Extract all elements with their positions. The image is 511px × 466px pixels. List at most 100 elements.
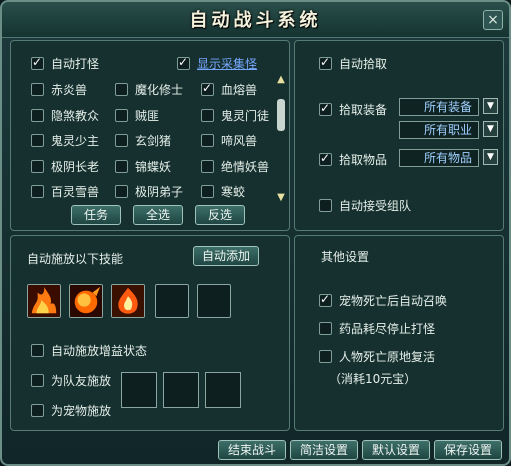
- other-settings-panel: 其他设置 宠物死亡后自动召唤 药品耗尽停止打怪 人物死亡原地复活 （消耗10元宝…: [294, 235, 504, 431]
- auto-buff-checkbox[interactable]: 自动施放增益状态: [31, 342, 147, 359]
- checkbox-box[interactable]: [31, 134, 44, 147]
- pickup-items-checkbox[interactable]: 拾取物品: [319, 151, 387, 168]
- skill-slot-1[interactable]: [27, 284, 61, 318]
- checkbox-box[interactable]: [319, 199, 332, 212]
- checkbox-box[interactable]: [115, 134, 128, 147]
- chevron-down-icon[interactable]: ▼: [483, 149, 498, 165]
- stop-on-empty-checkbox[interactable]: 药品耗尽停止打怪: [319, 320, 435, 337]
- monster-checkbox[interactable]: 鬼灵少主: [31, 132, 99, 149]
- monster-checkbox[interactable]: 贼匪: [115, 107, 159, 124]
- skill-slot-3[interactable]: [111, 284, 145, 318]
- equipment-type-select[interactable]: 所有装备: [399, 98, 479, 116]
- checkbox-box[interactable]: [31, 185, 44, 198]
- checkbox-box[interactable]: [319, 151, 332, 166]
- cast-for-team-checkbox[interactable]: 为队友施放: [31, 372, 111, 389]
- checkbox-box[interactable]: [201, 134, 214, 147]
- checkbox-box[interactable]: [31, 404, 44, 417]
- other-settings-title: 其他设置: [321, 250, 370, 264]
- skill-slot-5[interactable]: [197, 284, 231, 318]
- scrollbar-thumb[interactable]: [277, 99, 285, 131]
- auto-add-button[interactable]: 自动添加: [193, 246, 259, 266]
- checkbox-box[interactable]: [31, 83, 44, 96]
- monster-checkbox[interactable]: 绝情妖兽: [201, 158, 269, 175]
- pet-summon-checkbox[interactable]: 宠物死亡后自动召唤: [319, 292, 447, 309]
- monster-checkbox[interactable]: 啼风兽: [201, 132, 257, 149]
- buff-slot-2[interactable]: [163, 372, 199, 408]
- checkbox-box[interactable]: [319, 101, 332, 116]
- monster-label: 极阴弟子: [135, 185, 184, 199]
- show-gather-label[interactable]: 显示采集怪: [197, 55, 257, 72]
- monster-label: 鬼灵少主: [51, 134, 100, 148]
- checkbox-box[interactable]: [177, 55, 190, 70]
- auto-buff-label: 自动施放增益状态: [51, 344, 148, 358]
- cast-for-pet-checkbox[interactable]: 为宠物施放: [31, 402, 111, 419]
- chevron-down-icon[interactable]: ▼: [483, 121, 498, 137]
- checkbox-box[interactable]: [319, 350, 332, 363]
- monster-label: 百灵雪兽: [51, 185, 100, 199]
- monster-label: 锦蝶妖: [135, 159, 172, 174]
- skills-panel: 自动施放以下技能 自动添加 自动施放增益状态 为队友施放 为宠物施放: [10, 235, 290, 431]
- close-button[interactable]: ×: [483, 10, 503, 30]
- pickup-equipment-checkbox[interactable]: 拾取装备: [319, 101, 387, 118]
- checkbox-box[interactable]: [115, 159, 128, 173]
- monster-label: 赤炎兽: [51, 83, 88, 97]
- checkbox-box[interactable]: [201, 159, 214, 173]
- buff-slot-3[interactable]: [205, 372, 241, 408]
- auto-pickup-checkbox[interactable]: 自动拾取: [319, 55, 387, 72]
- skills-title: 自动施放以下技能: [27, 252, 124, 266]
- monster-checkbox[interactable]: 锦蝶妖: [115, 158, 171, 175]
- pet-summon-label: 宠物死亡后自动召唤: [339, 294, 448, 308]
- checkbox-box[interactable]: [201, 185, 214, 198]
- checkbox-box[interactable]: [319, 55, 332, 70]
- invert-selection-button[interactable]: 反选: [195, 205, 245, 225]
- monster-label: 绝情妖兽: [221, 159, 270, 174]
- pickup-equipment-label: 拾取装备: [339, 103, 388, 117]
- auto-accept-team-checkbox[interactable]: 自动接受组队: [319, 197, 411, 214]
- scroll-down-arrow[interactable]: ▼: [275, 193, 287, 203]
- save-settings-button[interactable]: 保存设置: [434, 440, 502, 460]
- monster-checkbox[interactable]: 寒蛟: [201, 183, 245, 200]
- checkbox-box[interactable]: [201, 108, 214, 122]
- monster-checkbox[interactable]: 魔化修士: [115, 81, 183, 98]
- checkbox-box[interactable]: [31, 159, 44, 173]
- auto-attack-checkbox[interactable]: 自动打怪: [31, 55, 99, 72]
- item-type-select[interactable]: 所有物品: [399, 149, 479, 167]
- monster-label: 隐煞教众: [51, 108, 100, 123]
- buff-slot-1[interactable]: [121, 372, 157, 408]
- auto-pickup-label: 自动拾取: [339, 57, 388, 71]
- chevron-down-icon[interactable]: ▼: [483, 98, 498, 114]
- monster-checkbox[interactable]: 玄剑猪: [115, 132, 171, 149]
- window-title: 自动战斗系统: [189, 10, 322, 31]
- monster-checkbox[interactable]: 极阴弟子: [115, 183, 183, 200]
- monster-checkbox[interactable]: 极阴长老: [31, 158, 99, 175]
- profession-select[interactable]: 所有职业: [399, 121, 479, 139]
- checkbox-box[interactable]: [319, 322, 332, 335]
- revive-checkbox[interactable]: 人物死亡原地复活: [319, 348, 435, 365]
- checkbox-box[interactable]: [31, 374, 44, 387]
- select-all-button[interactable]: 全选: [133, 205, 183, 225]
- checkbox-box[interactable]: [115, 108, 128, 122]
- checkbox-box[interactable]: [31, 108, 44, 122]
- skill-slot-4[interactable]: [155, 284, 189, 318]
- default-settings-button[interactable]: 默认设置: [362, 440, 430, 460]
- skill-slot-2[interactable]: [69, 284, 103, 318]
- monster-checkbox[interactable]: 鬼灵门徒: [201, 107, 269, 124]
- checkbox-box[interactable]: [201, 81, 214, 96]
- end-battle-button[interactable]: 结束战斗: [218, 440, 286, 460]
- checkbox-box[interactable]: [31, 55, 44, 70]
- checkbox-box[interactable]: [31, 344, 44, 357]
- simple-settings-button[interactable]: 简洁设置: [290, 440, 358, 460]
- checkbox-box[interactable]: [115, 83, 128, 96]
- title-bar[interactable]: 自动战斗系统 ×: [2, 2, 509, 38]
- monster-label: 啼风兽: [221, 134, 258, 148]
- monster-checkbox[interactable]: 隐煞教众: [31, 107, 99, 124]
- show-gather-checkbox[interactable]: 显示采集怪: [177, 55, 257, 72]
- scroll-up-arrow[interactable]: ▲: [275, 75, 287, 85]
- task-button[interactable]: 任务: [71, 205, 121, 225]
- monster-checkbox[interactable]: 血熔兽: [201, 81, 257, 98]
- monster-checkbox[interactable]: 赤炎兽: [31, 81, 87, 98]
- monster-checkbox[interactable]: 百灵雪兽: [31, 183, 99, 200]
- monster-label: 魔化修士: [135, 83, 184, 97]
- checkbox-box[interactable]: [115, 185, 128, 198]
- checkbox-box[interactable]: [319, 292, 332, 307]
